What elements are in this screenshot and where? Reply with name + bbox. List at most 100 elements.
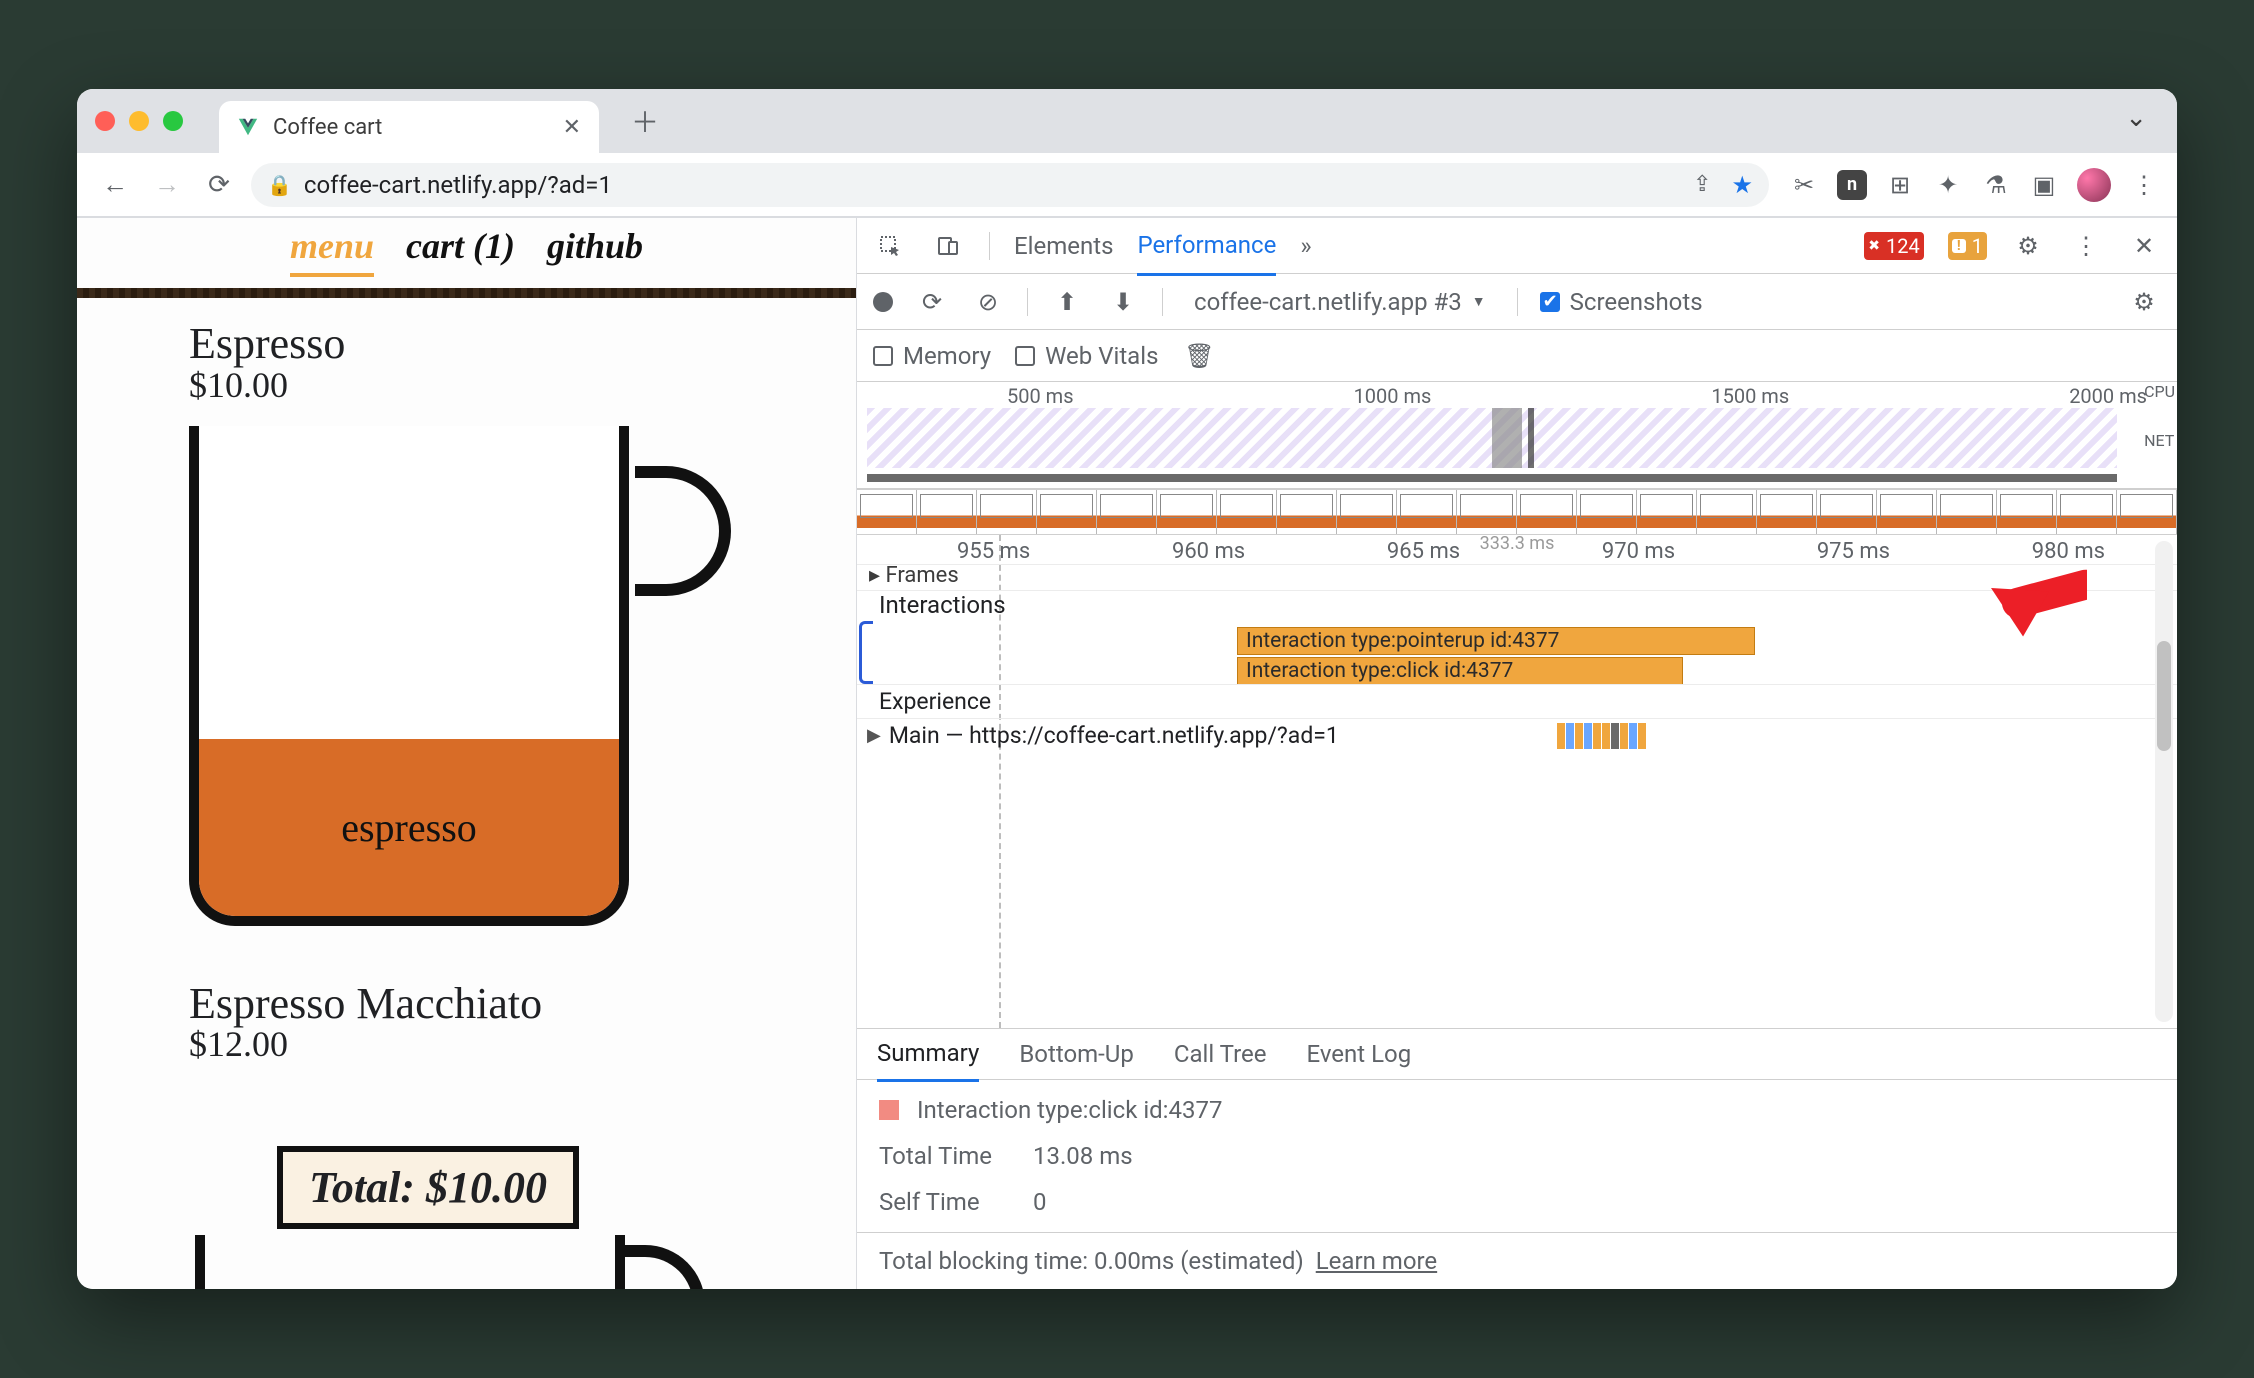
app-viewport: menu cart (1) github Espresso $10.00 esp… bbox=[77, 218, 857, 1289]
forward-button[interactable]: → bbox=[147, 165, 187, 205]
close-window-icon[interactable] bbox=[95, 111, 115, 131]
screenshot-thumb bbox=[1757, 490, 1817, 534]
extensions-puzzle-icon[interactable]: ✦ bbox=[1933, 170, 1963, 200]
screenshot-thumb bbox=[2057, 490, 2117, 534]
nav-menu[interactable]: menu bbox=[290, 225, 374, 277]
toolbar: ← → ⟳ 🔒 coffee-cart.netlify.app/?ad=1 ⇪ … bbox=[77, 153, 2177, 217]
screenshot-thumb bbox=[1217, 490, 1277, 534]
coffee-cup-graphic[interactable]: espresso bbox=[189, 426, 689, 946]
tab-bottom-up[interactable]: Bottom-Up bbox=[1019, 1040, 1134, 1068]
bookmark-star-icon[interactable]: ★ bbox=[1731, 171, 1753, 199]
interaction-bar-click[interactable]: Interaction type:click id:4377 bbox=[1237, 657, 1683, 685]
expand-triangle-icon[interactable]: ▶ bbox=[867, 725, 881, 746]
checkbox-off-icon bbox=[1015, 346, 1035, 366]
capture-settings-gear-icon[interactable]: ⚙ bbox=[2127, 285, 2161, 319]
tab-overflow-icon[interactable]: ⌄ bbox=[2113, 97, 2159, 139]
clear-icon[interactable]: ⊘ bbox=[971, 285, 1005, 319]
chrome-menu-icon[interactable]: ⋮ bbox=[2129, 170, 2159, 200]
screenshot-thumb bbox=[1037, 490, 1097, 534]
memory-checkbox[interactable]: Memory bbox=[873, 342, 991, 370]
app-nav: menu cart (1) github bbox=[77, 218, 856, 288]
share-icon[interactable]: ⇪ bbox=[1693, 172, 1711, 197]
browser-window: Coffee cart ✕ ＋ ⌄ ← → ⟳ 🔒 coffee-cart.ne… bbox=[77, 89, 2177, 1289]
product-price: $10.00 bbox=[189, 364, 856, 406]
back-button[interactable]: ← bbox=[95, 165, 135, 205]
screenshot-thumb bbox=[1517, 490, 1577, 534]
learn-more-link[interactable]: Learn more bbox=[1316, 1247, 1437, 1275]
reload-button[interactable]: ⟳ bbox=[199, 165, 239, 205]
devtools-menu-icon[interactable]: ⋮ bbox=[2069, 229, 2103, 263]
address-bar[interactable]: 🔒 coffee-cart.netlify.app/?ad=1 ⇪ ★ bbox=[251, 163, 1769, 207]
nav-cart[interactable]: cart (1) bbox=[406, 225, 515, 277]
interactions-track[interactable]: Interactions Interaction type:pointerup … bbox=[857, 590, 2177, 684]
tab-performance[interactable]: Performance bbox=[1137, 231, 1276, 276]
self-time-row: Self Time 0 bbox=[879, 1188, 2155, 1216]
tab-call-tree[interactable]: Call Tree bbox=[1174, 1040, 1267, 1068]
cup-handle-icon bbox=[635, 466, 731, 596]
content-split: menu cart (1) github Espresso $10.00 esp… bbox=[77, 217, 2177, 1289]
interaction-bar-pointerup[interactable]: Interaction type:pointerup id:4377 bbox=[1237, 627, 1755, 655]
overview-strip[interactable]: 500 ms 1000 ms 1500 ms 2000 ms CPU NET bbox=[857, 382, 2177, 489]
interactions-label: Interactions bbox=[879, 591, 1006, 619]
maximize-window-icon[interactable] bbox=[163, 111, 183, 131]
grid-extension-icon[interactable]: ⊞ bbox=[1885, 170, 1915, 200]
screenshot-thumb bbox=[2117, 490, 2177, 534]
screenshot-thumbnails[interactable] bbox=[857, 489, 2177, 535]
performance-options: Memory Web Vitals 🗑 bbox=[857, 330, 2177, 382]
screenshot-thumb bbox=[1697, 490, 1757, 534]
screenshot-thumb bbox=[1937, 490, 1997, 534]
screenshots-checkbox[interactable]: Screenshots bbox=[1540, 288, 1703, 316]
tab-event-log[interactable]: Event Log bbox=[1306, 1040, 1411, 1068]
sidepanel-icon[interactable]: ▣ bbox=[2029, 170, 2059, 200]
cpu-lane-label: CPU bbox=[2144, 382, 2175, 401]
product-card: Espresso $10.00 espresso bbox=[77, 298, 856, 946]
details-pane: Interaction type:click id:4377 Total Tim… bbox=[857, 1080, 2177, 1232]
minimize-window-icon[interactable] bbox=[129, 111, 149, 131]
profile-avatar-icon[interactable] bbox=[2077, 168, 2111, 202]
screenshot-thumb bbox=[1817, 490, 1877, 534]
recording-select-caret: ▼ bbox=[1472, 293, 1486, 310]
screenshot-thumb bbox=[1577, 490, 1637, 534]
screenshot-thumb bbox=[1097, 490, 1157, 534]
product-card-2: Espresso Macchiato $12.00 bbox=[77, 946, 856, 1066]
devtools-close-icon[interactable]: ✕ bbox=[2127, 229, 2161, 263]
experience-track[interactable]: Experience yout Shift bbox=[857, 684, 2177, 718]
webvitals-checkbox[interactable]: Web Vitals bbox=[1015, 342, 1158, 370]
reload-record-icon[interactable]: ⟳ bbox=[915, 285, 949, 319]
details-tabs: Summary Bottom-Up Call Tree Event Log bbox=[857, 1028, 2177, 1080]
cart-total-chip[interactable]: Total: $10.00 bbox=[277, 1146, 579, 1229]
recording-select[interactable]: coffee-cart.netlify.app #3 ▼ bbox=[1185, 283, 1495, 321]
load-profile-icon[interactable]: ⬆ bbox=[1050, 285, 1084, 319]
tab-summary[interactable]: Summary bbox=[877, 1039, 979, 1082]
labs-flask-icon[interactable]: ⚗︎ bbox=[1981, 170, 2011, 200]
recording-name: coffee-cart.netlify.app #3 bbox=[1194, 288, 1462, 316]
main-track-label: Main — https://coffee-cart.netlify.app/?… bbox=[889, 722, 1339, 749]
new-tab-button[interactable]: ＋ bbox=[613, 89, 677, 153]
console-errors-badge[interactable]: 124 bbox=[1864, 232, 1923, 260]
decor-bean-strip bbox=[77, 288, 856, 298]
screenshot-thumb bbox=[1397, 490, 1457, 534]
garbage-collect-icon[interactable]: 🗑 bbox=[1182, 339, 1216, 373]
layout-shift-bar[interactable]: yout Shift bbox=[1007, 685, 2177, 718]
nav-github[interactable]: github bbox=[547, 225, 643, 277]
frames-track[interactable]: ▸ Frames bbox=[857, 564, 2177, 590]
record-button[interactable] bbox=[873, 292, 893, 312]
main-thread-track[interactable]: ▶ Main — https://coffee-cart.netlify.app… bbox=[857, 718, 2177, 752]
console-warnings-badge[interactable]: 1 bbox=[1948, 232, 1987, 260]
flame-scrollbar[interactable] bbox=[2155, 541, 2173, 1022]
browser-tab[interactable]: Coffee cart ✕ bbox=[219, 101, 599, 153]
url-text: coffee-cart.netlify.app/?ad=1 bbox=[304, 171, 612, 199]
notion-extension-icon[interactable]: n bbox=[1837, 170, 1867, 200]
tab-more[interactable]: » bbox=[1300, 232, 1311, 260]
settings-gear-icon[interactable]: ⚙ bbox=[2011, 229, 2045, 263]
screenshot-thumb bbox=[1157, 490, 1217, 534]
scrollbar-thumb[interactable] bbox=[2157, 641, 2171, 751]
cpu-overview-lane bbox=[867, 408, 2117, 468]
inspect-element-icon[interactable] bbox=[873, 229, 907, 263]
save-profile-icon[interactable]: ⬇ bbox=[1106, 285, 1140, 319]
device-mode-icon[interactable] bbox=[931, 229, 965, 263]
flamechart-area[interactable]: 955 ms 960 ms 965 ms 970 ms 975 ms 980 m… bbox=[857, 535, 2177, 1028]
close-tab-icon[interactable]: ✕ bbox=[563, 115, 581, 140]
scissors-extension-icon[interactable]: ✂︎ bbox=[1789, 170, 1819, 200]
tab-elements[interactable]: Elements bbox=[1014, 232, 1113, 260]
